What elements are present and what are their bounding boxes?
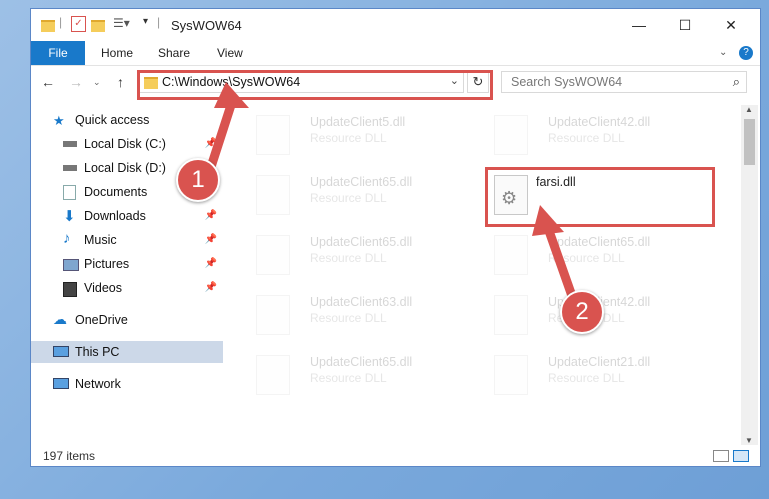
arrow-1-head bbox=[214, 82, 249, 108]
arrow-2 bbox=[543, 223, 577, 301]
arrow-2-head bbox=[532, 205, 564, 236]
arrow-1 bbox=[205, 97, 237, 175]
step-1-callout: 1 bbox=[176, 158, 220, 202]
annotation-arrows bbox=[205, 82, 577, 301]
step-2-callout: 2 bbox=[560, 290, 604, 334]
